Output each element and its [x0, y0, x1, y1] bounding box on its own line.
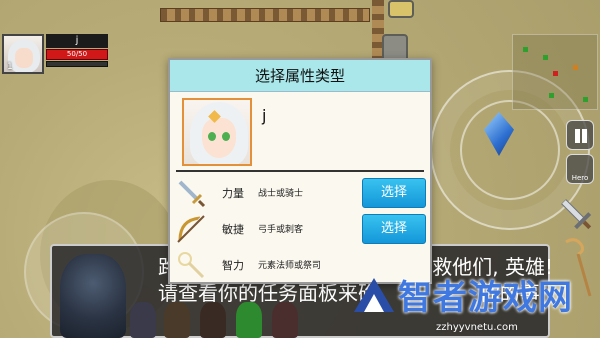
attribute-description: 弓手或刺客 [258, 225, 304, 235]
hp-text: 50/50 [66, 50, 88, 58]
site-watermark: 智者游戏网 zzhyyvnetu.com [346, 262, 600, 338]
attribute-label: 力量 [222, 187, 244, 200]
player-level: 1 [7, 62, 13, 72]
gold-statue [388, 0, 414, 18]
minimap-marker [583, 97, 588, 102]
watermark-logo-icon [354, 278, 394, 312]
attribute-label: 敏捷 [222, 223, 244, 236]
hero-button[interactable]: Hero [566, 154, 594, 184]
select-agility-button[interactable]: 选择 [362, 214, 426, 244]
attribute-description: 元素法师或祭司 [258, 261, 322, 271]
portrait-face [202, 118, 236, 158]
party-member [236, 302, 262, 338]
minimap[interactable] [512, 34, 598, 110]
divider [176, 170, 424, 172]
hero-label: Hero [571, 174, 589, 182]
select-strength-button[interactable]: 选择 [362, 178, 426, 208]
player-avatar[interactable]: 1 [2, 34, 44, 74]
minimap-marker [543, 55, 548, 60]
dialog-title: 选择属性类型 [170, 60, 430, 92]
minimap-marker [549, 93, 554, 98]
minimap-marker [573, 65, 578, 70]
attribute-label: 智力 [222, 259, 244, 272]
party-member [130, 302, 156, 338]
bow-icon [177, 215, 205, 243]
character-name: j [262, 106, 267, 125]
magic-circle-inner [460, 100, 560, 200]
hp-bar: 50/50 [46, 49, 108, 60]
player-name: j [46, 34, 108, 48]
portrait-eye [208, 132, 216, 141]
watermark-text: 智者游戏网 [398, 278, 573, 318]
watermark-url: zzhyyvnetu.com [436, 322, 518, 333]
player-hud[interactable]: 1 j 50/50 [2, 34, 108, 76]
attribute-row-agility[interactable]: 敏捷 弓手或刺客 选择 [176, 212, 426, 246]
mp-bar [46, 61, 108, 67]
hooded-npc-portrait [60, 254, 126, 338]
attribute-row-strength[interactable]: 力量 战士或骑士 选择 [176, 176, 426, 210]
party-figures [130, 296, 310, 338]
pause-button[interactable] [566, 120, 594, 150]
party-member [164, 302, 190, 338]
staff-icon [178, 252, 205, 279]
character-portrait [182, 98, 252, 166]
attribute-select-dialog[interactable]: 选择属性类型 j 力量 战士或骑士 选择 敏捷 弓手或刺客 选择 智力 元素法师… [168, 58, 432, 284]
sword-icon [178, 180, 206, 208]
wooden-fence [160, 8, 370, 22]
avatar-face [15, 48, 33, 68]
minimap-marker [553, 71, 558, 76]
attribute-description: 战士或骑士 [258, 189, 304, 199]
portrait-eye [222, 132, 230, 141]
minimap-marker [523, 47, 528, 52]
party-member [200, 302, 226, 338]
party-member [272, 302, 298, 338]
